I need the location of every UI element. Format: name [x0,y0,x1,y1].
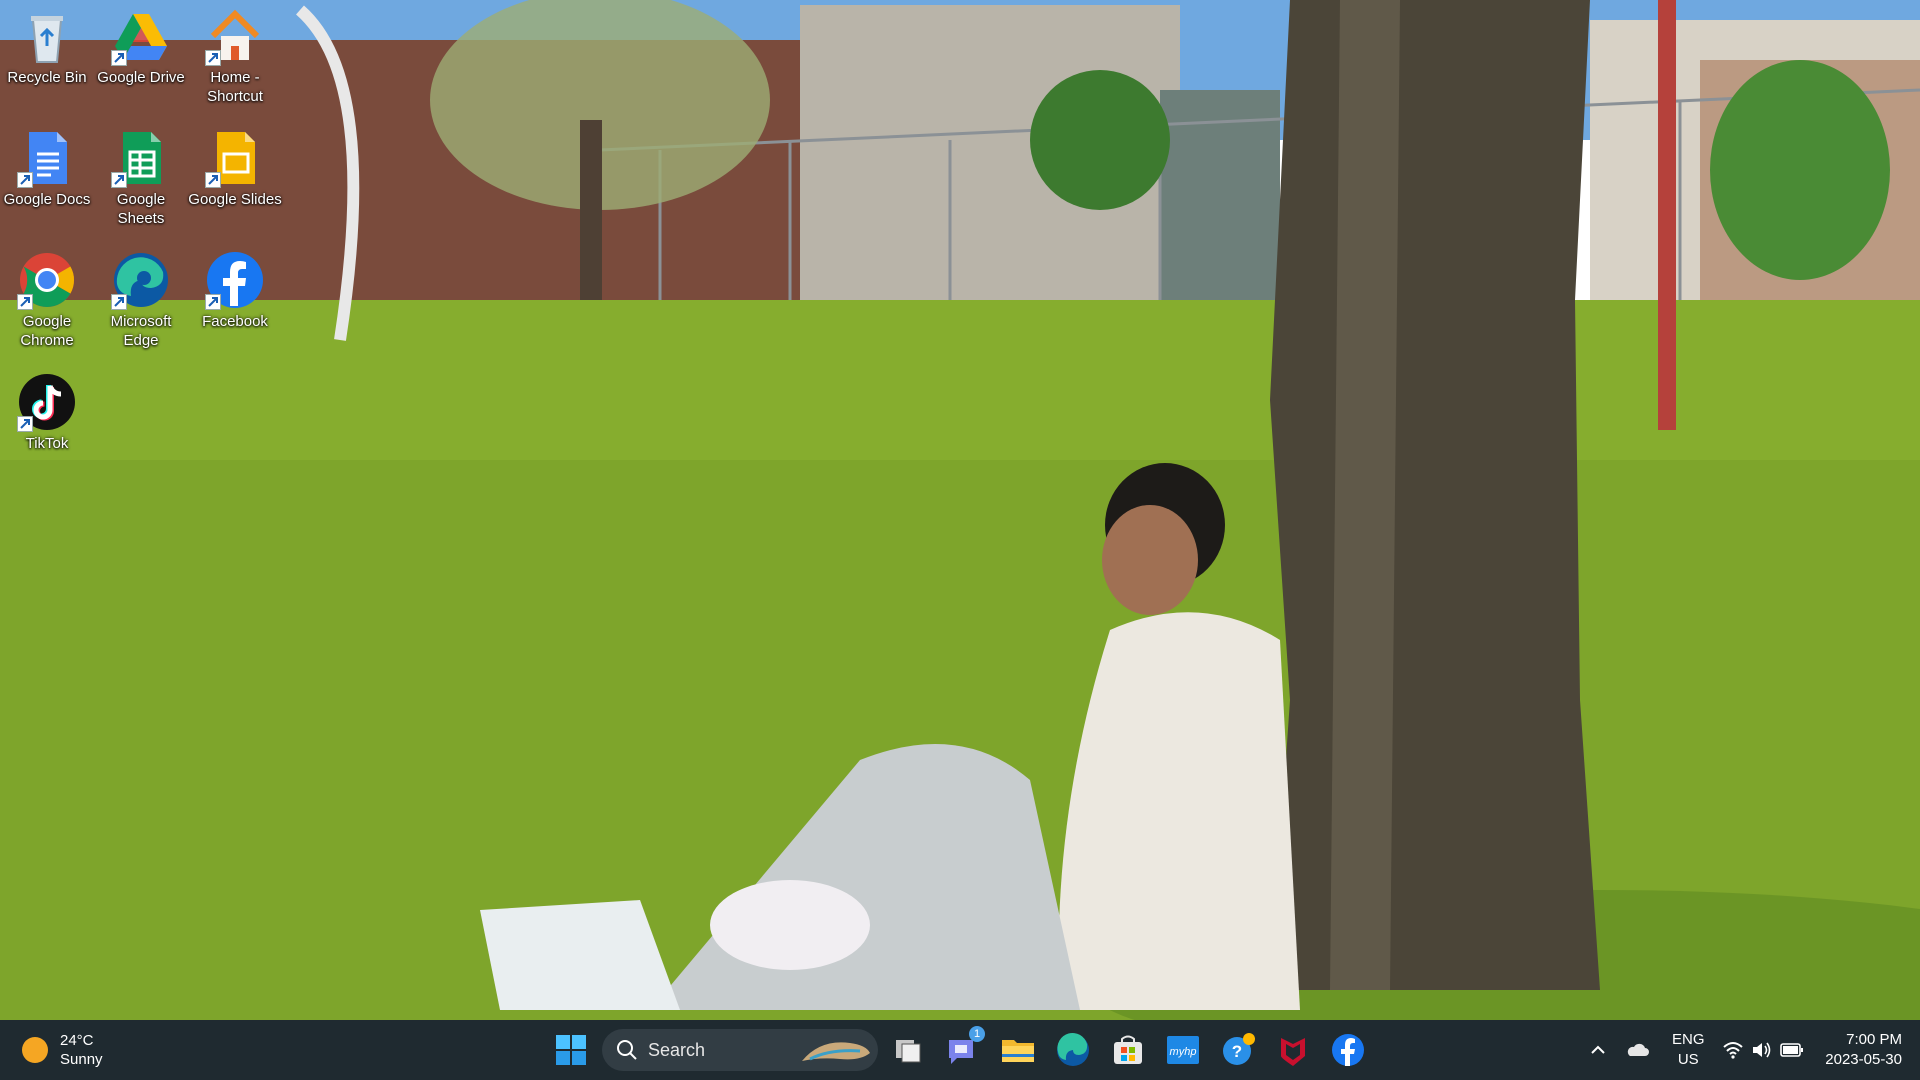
myhp-icon: myhp [1167,1036,1199,1064]
desktop-icon-label: Google Docs [3,191,91,208]
weather-condition: Sunny [60,1051,103,1068]
desktop-icon-label: Google Slides [188,191,282,208]
language-indicator[interactable]: ENG US [1672,1030,1705,1070]
store-icon [1114,1035,1142,1064]
desktop-icon-label: Recycle Bin [7,69,87,86]
desktop-icon-label: Microsoft Edge [110,313,172,349]
battery-button[interactable] [1780,1041,1804,1064]
search-highlight-icon [802,1042,870,1061]
task-view-icon [896,1040,921,1063]
weather-widget[interactable]: 24°C Sunny [22,1030,103,1070]
desktop-icon-label: TikTok [25,435,69,452]
desktop-icon-google-drive[interactable]: Google Drive [94,6,188,87]
notification-badge: 1 [969,1026,985,1042]
desktop-icon-label: Home - Shortcut [207,69,263,105]
battery-icon [1780,1043,1803,1057]
desktop-icon-tiktok[interactable]: TikTok [0,372,94,453]
wifi-icon [1723,1042,1743,1059]
onedrive-tray[interactable] [1624,1040,1650,1065]
desktop-icon-google-slides[interactable]: Google Slides [188,128,282,209]
desktop-icon-microsoft-edge[interactable]: Microsoft Edge [94,250,188,350]
desktop-icon-home-shortcut[interactable]: Home - Shortcut [188,6,282,106]
desktop-icon-label: Google Drive [97,69,185,86]
network-button[interactable] [1722,1040,1744,1065]
volume-button[interactable] [1751,1040,1773,1065]
mcafee-icon [1281,1038,1305,1066]
tiktok-icon [17,372,77,432]
taskbar-file-explorer[interactable] [998,1030,1038,1070]
shortcut-arrow-icon [17,172,33,188]
shortcut-arrow-icon [111,172,127,188]
system-clock[interactable]: 7:00 PM 2023-05-30 [1818,1030,1902,1070]
language-code: ENG [1672,1031,1705,1048]
shortcut-arrow-icon [111,294,127,310]
google-slides-icon [205,128,265,188]
taskbar-get-help[interactable]: ? [1218,1030,1258,1070]
edge-icon [111,250,171,310]
shortcut-arrow-icon [205,50,221,66]
windows-logo-icon [556,1035,586,1065]
shortcut-arrow-icon [111,50,127,66]
clock-date: 2023-05-30 [1825,1051,1902,1068]
desktop-icon-recycle-bin[interactable]: Recycle Bin [0,6,94,87]
taskbar-task-view[interactable] [888,1030,928,1070]
taskbar-store[interactable] [1108,1030,1148,1070]
search-icon [617,1040,637,1060]
facebook-icon [205,250,265,310]
chevron-up-icon [1591,1045,1605,1054]
weather-text: 24°C Sunny [60,1031,103,1069]
recycle-bin-icon [17,6,77,66]
show-hidden-icons-button[interactable] [1588,1040,1608,1065]
desktop-icon-label: Google Chrome [20,313,74,349]
taskbar-facebook[interactable] [1328,1030,1368,1070]
facebook-icon [1332,1034,1364,1066]
sun-icon [22,1037,48,1063]
taskbar-teams-chat[interactable]: 1 [943,1026,985,1070]
svg-text:?: ? [1232,1042,1242,1061]
desktop-icon-google-docs[interactable]: Google Docs [0,128,94,209]
desktop-icon-label: Google Sheets [116,191,166,227]
taskbar-mcafee[interactable] [1273,1030,1313,1070]
weather-temp: 24°C [60,1032,94,1049]
taskbar-edge[interactable] [1053,1030,1093,1070]
home-icon [205,6,265,66]
taskbar-search[interactable]: Search [602,1029,878,1071]
taskbar-myhp[interactable]: myhp [1163,1030,1203,1070]
desktop-icon-facebook[interactable]: Facebook [188,250,282,331]
taskbar: 24°C Sunny Search 1 myhp ? ENG US 7:00 P… [0,1020,1920,1080]
desktop-wallpaper [0,0,1920,1080]
help-icon: ? [1223,1033,1255,1065]
desktop-icon-google-sheets[interactable]: Google Sheets [94,128,188,228]
cloud-icon [1627,1043,1649,1056]
edge-icon [1057,1032,1089,1066]
speaker-icon [1753,1042,1771,1058]
clock-time: 7:00 PM [1846,1031,1902,1048]
shortcut-arrow-icon [17,416,33,432]
desktop-icon-label: Facebook [202,313,268,330]
start-button[interactable] [555,1034,587,1066]
google-sheets-icon [111,128,171,188]
desktop-icon-google-chrome[interactable]: Google Chrome [0,250,94,350]
shortcut-arrow-icon [205,172,221,188]
shortcut-arrow-icon [205,294,221,310]
file-explorer-icon [1002,1040,1034,1062]
region-code: US [1677,1051,1699,1068]
google-drive-icon [111,6,171,66]
svg-text:myhp: myhp [1170,1046,1197,1058]
shortcut-arrow-icon [17,294,33,310]
google-docs-icon [17,128,77,188]
search-label: Search [648,1040,706,1060]
chrome-icon [17,250,77,310]
